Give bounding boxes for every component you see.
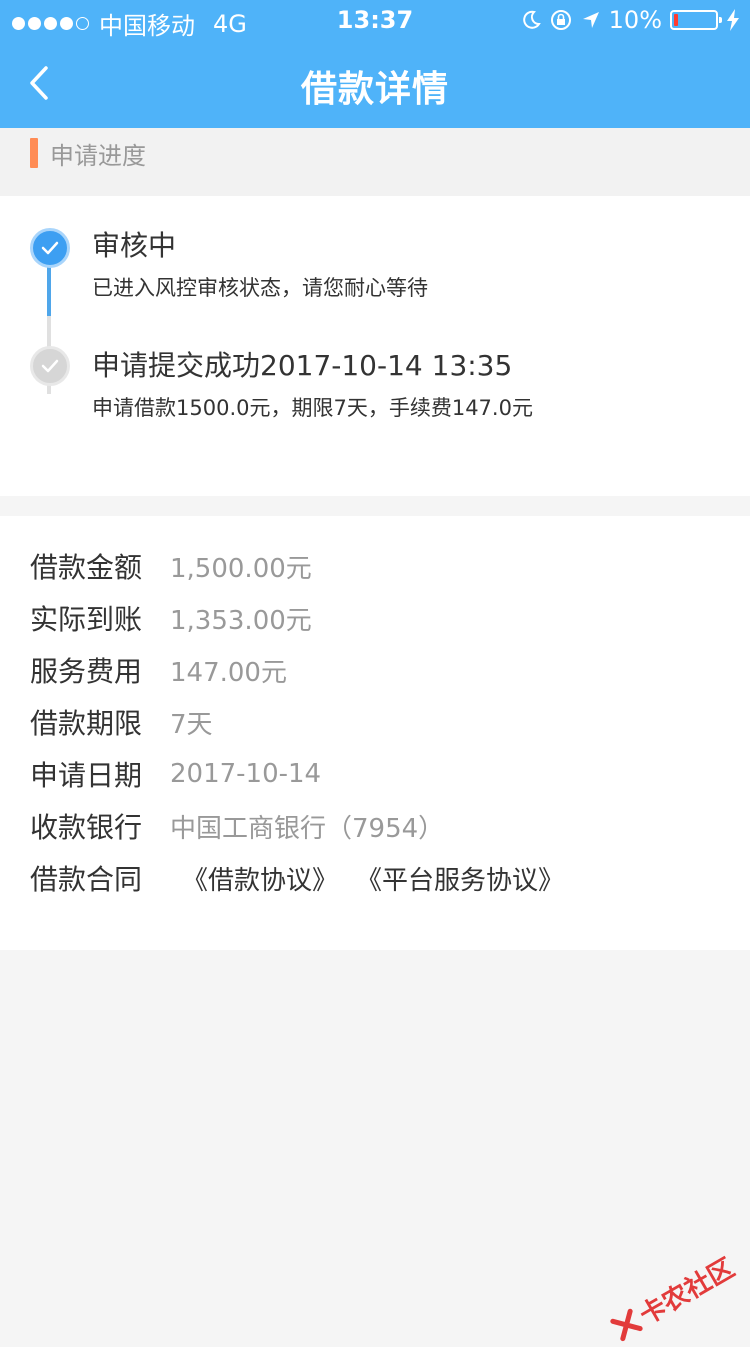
watermark-text: 卡农社区 bbox=[632, 1248, 741, 1332]
charging-bolt-icon bbox=[726, 9, 740, 31]
detail-value: 147.00元 bbox=[170, 652, 287, 689]
status-bar: 中国移动 4G 13:37 10% bbox=[0, 0, 750, 40]
detail-row-apply-date: 申请日期 2017-10-14 bbox=[30, 754, 321, 794]
detail-row-contract: 借款合同 《借款协议》 《平台服务协议》 bbox=[30, 858, 564, 898]
step-active-check-icon bbox=[30, 228, 70, 268]
status-bar-right: 10% bbox=[521, 6, 740, 34]
detail-label: 服务费用 bbox=[30, 650, 170, 690]
detail-row-service-fee: 服务费用 147.00元 bbox=[30, 650, 287, 690]
detail-value: 2017-10-14 bbox=[170, 759, 321, 789]
step-description: 已进入风控审核状态，请您耐心等待 bbox=[92, 272, 428, 302]
detail-label: 借款金额 bbox=[30, 546, 170, 586]
section-accent-bar bbox=[30, 138, 38, 168]
progress-section-header: 申请进度 bbox=[0, 128, 750, 196]
watermark: 卡农社区 bbox=[606, 1248, 741, 1347]
step-description: 申请借款1500.0元，期限7天，手续费147.0元 bbox=[92, 392, 533, 422]
moon-icon bbox=[521, 10, 541, 30]
navigation-bar: 借款详情 bbox=[0, 40, 750, 128]
rotation-lock-icon bbox=[549, 8, 573, 32]
detail-label: 借款合同 bbox=[30, 858, 170, 898]
detail-label: 申请日期 bbox=[30, 754, 170, 794]
detail-label: 实际到账 bbox=[30, 598, 170, 638]
step-title: 审核中 bbox=[92, 224, 176, 264]
detail-label: 收款银行 bbox=[30, 806, 170, 846]
loan-detail-card: 借款金额 1,500.00元 实际到账 1,353.00元 服务费用 147.0… bbox=[0, 516, 750, 950]
location-arrow-icon bbox=[581, 10, 601, 30]
detail-row-received: 实际到账 1,353.00元 bbox=[30, 598, 312, 638]
detail-value: 1,353.00元 bbox=[170, 600, 312, 637]
detail-value: 中国工商银行（7954） bbox=[170, 808, 444, 845]
loan-agreement-link[interactable]: 《借款协议》 bbox=[182, 860, 338, 897]
detail-row-term: 借款期限 7天 bbox=[30, 702, 213, 742]
detail-value: 1,500.00元 bbox=[170, 548, 312, 585]
detail-value: 7天 bbox=[170, 704, 213, 741]
platform-service-agreement-link[interactable]: 《平台服务协议》 bbox=[356, 860, 564, 897]
step-title: 申请提交成功2017-10-14 13:35 bbox=[92, 344, 512, 384]
step-done-check-icon bbox=[30, 346, 70, 386]
header: 中国移动 4G 13:37 10% bbox=[0, 0, 750, 128]
battery-icon bbox=[670, 10, 718, 30]
progress-card: 审核中 已进入风控审核状态，请您耐心等待 申请提交成功2017-10-14 13… bbox=[0, 196, 750, 496]
detail-row-bank: 收款银行 中国工商银行（7954） bbox=[30, 806, 444, 846]
battery-percent: 10% bbox=[609, 6, 662, 34]
detail-row-loan-amount: 借款金额 1,500.00元 bbox=[30, 546, 312, 586]
page-title: 借款详情 bbox=[0, 60, 750, 112]
detail-label: 借款期限 bbox=[30, 702, 170, 742]
progress-section-title: 申请进度 bbox=[50, 136, 146, 171]
